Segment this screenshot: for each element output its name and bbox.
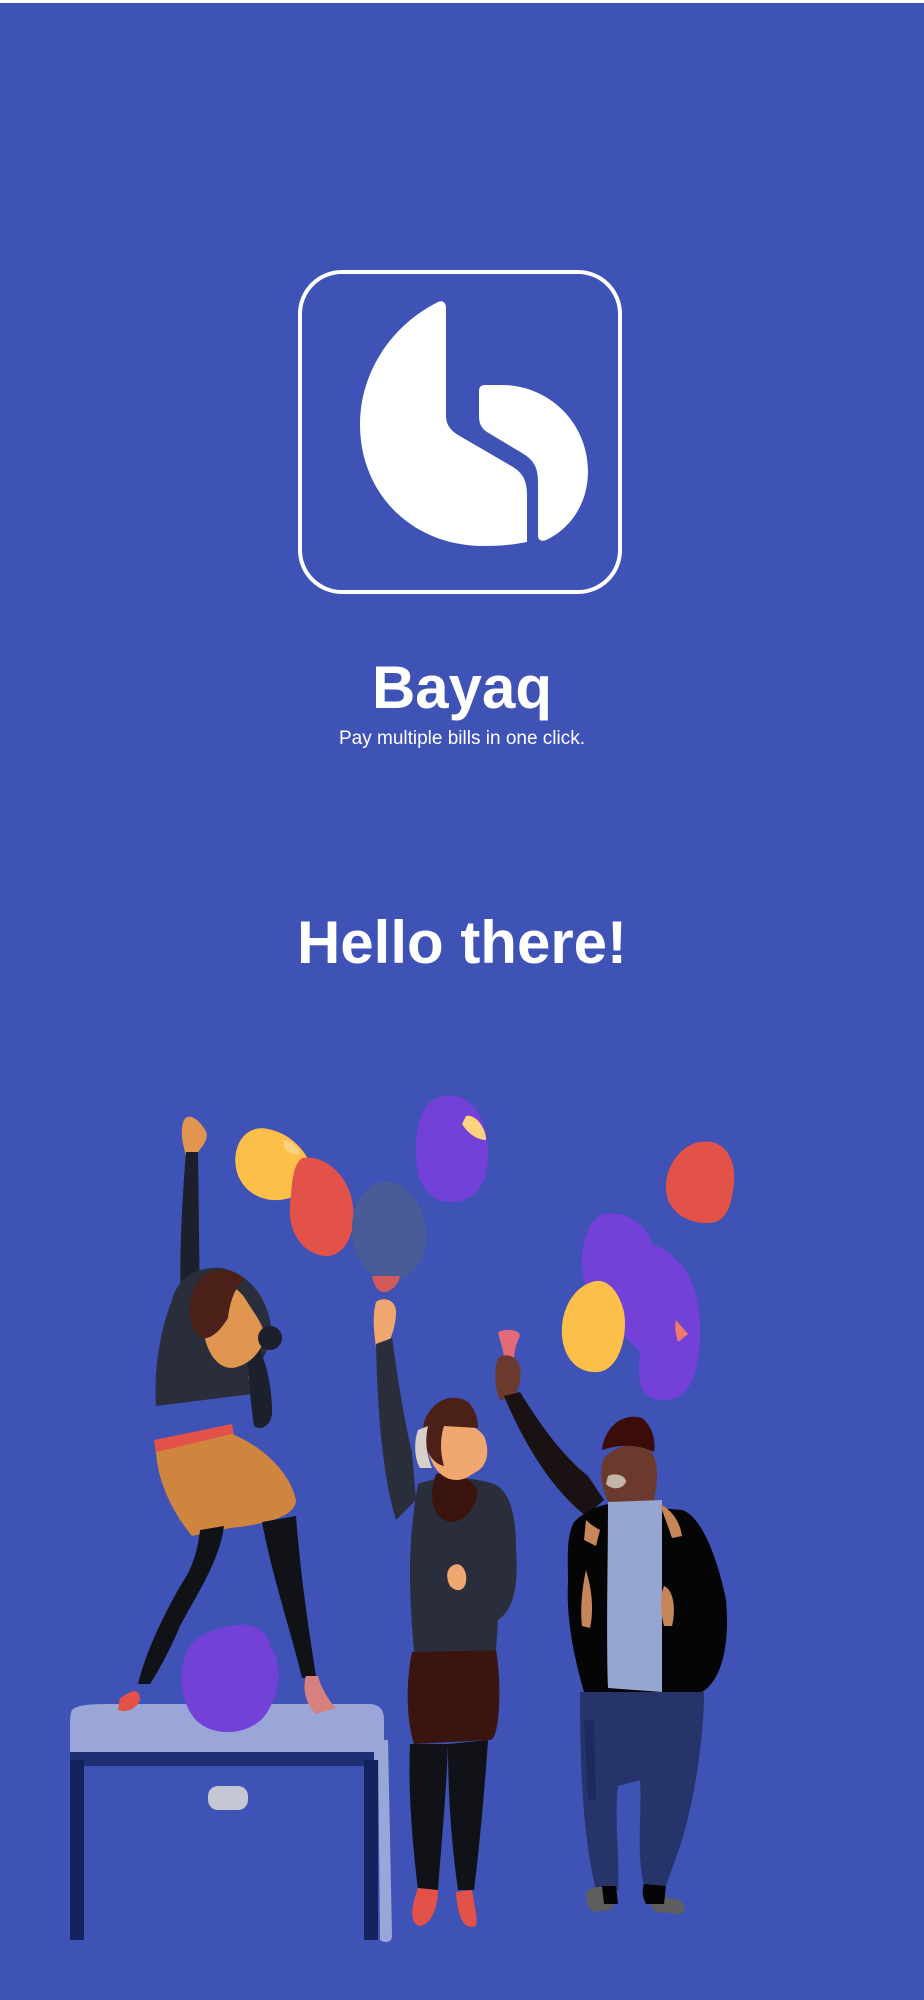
balloons xyxy=(235,1095,735,1400)
app-logo xyxy=(298,270,622,594)
welcome-heading: Hello there! xyxy=(296,909,628,976)
status-bar-edge xyxy=(0,0,924,3)
app-tagline: Pay multiple bills in one click. xyxy=(338,728,586,749)
person-right xyxy=(495,1329,727,1914)
table xyxy=(70,1624,392,1943)
celebration-people-balloons-illustration xyxy=(70,1095,735,1943)
bayaq-logo-icon xyxy=(360,301,588,546)
person-middle xyxy=(373,1299,517,1927)
app-name: Bayaq xyxy=(371,654,553,721)
